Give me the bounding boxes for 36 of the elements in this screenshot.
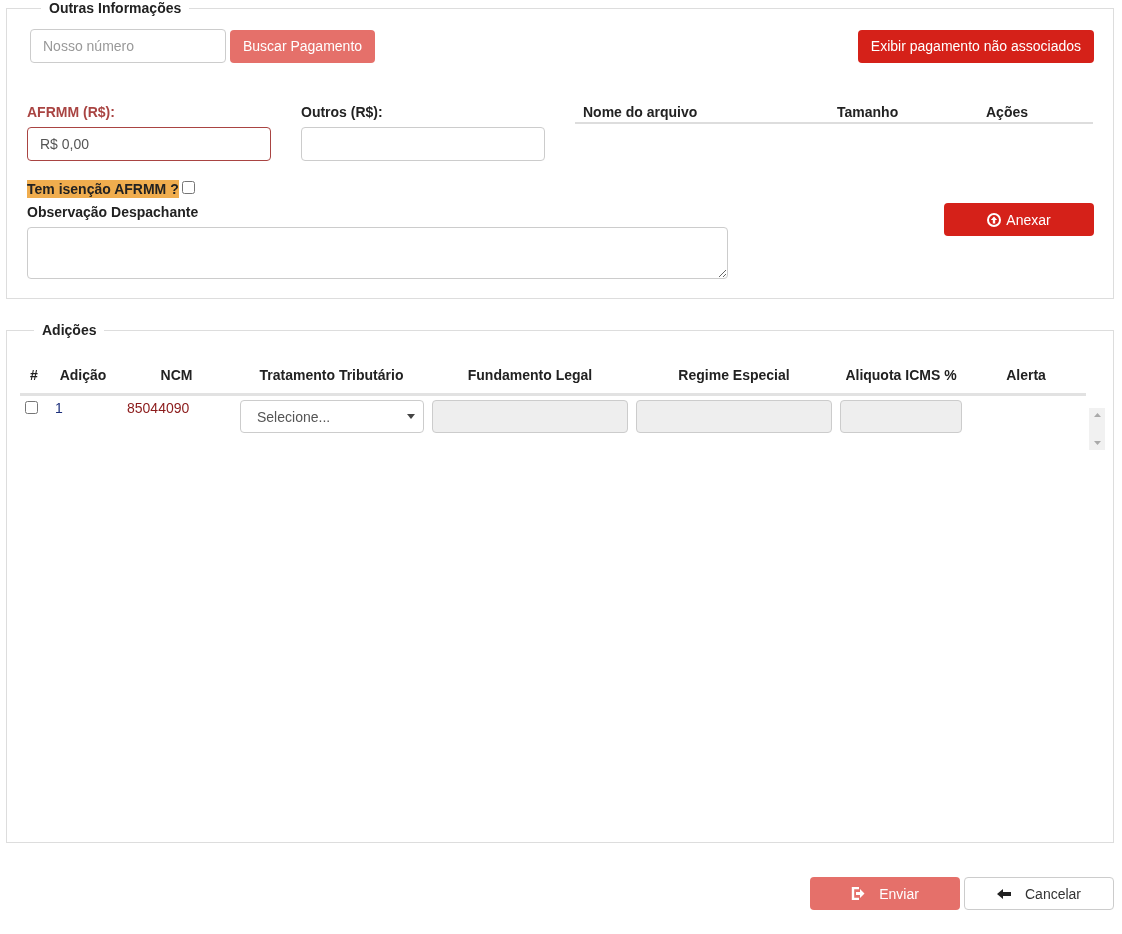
column-header: Regime Especial — [632, 361, 836, 395]
column-header: NCM — [118, 361, 235, 395]
afrmm-field[interactable]: R$ 0,00 — [27, 127, 271, 161]
column-header: Adição — [48, 361, 118, 395]
column-header: Alerta — [966, 361, 1086, 395]
caret-icon — [407, 414, 415, 419]
column-header: Tamanho — [837, 104, 900, 120]
column-header: Ações — [986, 104, 1029, 120]
upload-icon — [987, 212, 1002, 227]
column-header: Fundamento Legal — [428, 361, 632, 395]
checkbox-label: Tem isenção AFRMM ? — [27, 180, 179, 198]
tax-treatment-dropdown[interactable]: Selecione... — [240, 400, 424, 433]
number-field[interactable]: Nosso número — [30, 29, 226, 63]
arrow-left-icon — [997, 888, 1011, 899]
table-cell: 1 — [48, 394, 118, 433]
sign-out-icon — [851, 887, 866, 900]
column-header: # — [20, 361, 48, 395]
column-header: Nome do arquivo — [583, 104, 699, 120]
cancel-button[interactable]: Cancelar — [964, 877, 1114, 910]
field-label: AFRMM (R$): — [27, 104, 116, 120]
row-checkbox[interactable] — [25, 401, 38, 414]
section-title: Adições — [41, 322, 98, 338]
field-label: Outros (R$): — [301, 104, 384, 120]
scroll-down-icon — [1093, 441, 1101, 445]
show-payments-button[interactable]: Exibir pagamento não associados — [857, 29, 1094, 63]
others-field[interactable] — [301, 127, 545, 161]
column-header: Aliquota ICMS % — [836, 361, 966, 395]
attach-button[interactable]: Anexar — [944, 203, 1094, 236]
section-title: Outras Informações — [48, 0, 183, 16]
table-cell: 85044090 — [118, 394, 235, 433]
column-header: Tratamento Tributário — [235, 361, 428, 395]
field-label: Observação Despachante — [27, 204, 200, 220]
scrollbar[interactable] — [1089, 408, 1105, 450]
scroll-up-icon — [1093, 413, 1101, 417]
notes-field[interactable] — [27, 227, 728, 279]
exemption-checkbox[interactable] — [181, 181, 195, 194]
